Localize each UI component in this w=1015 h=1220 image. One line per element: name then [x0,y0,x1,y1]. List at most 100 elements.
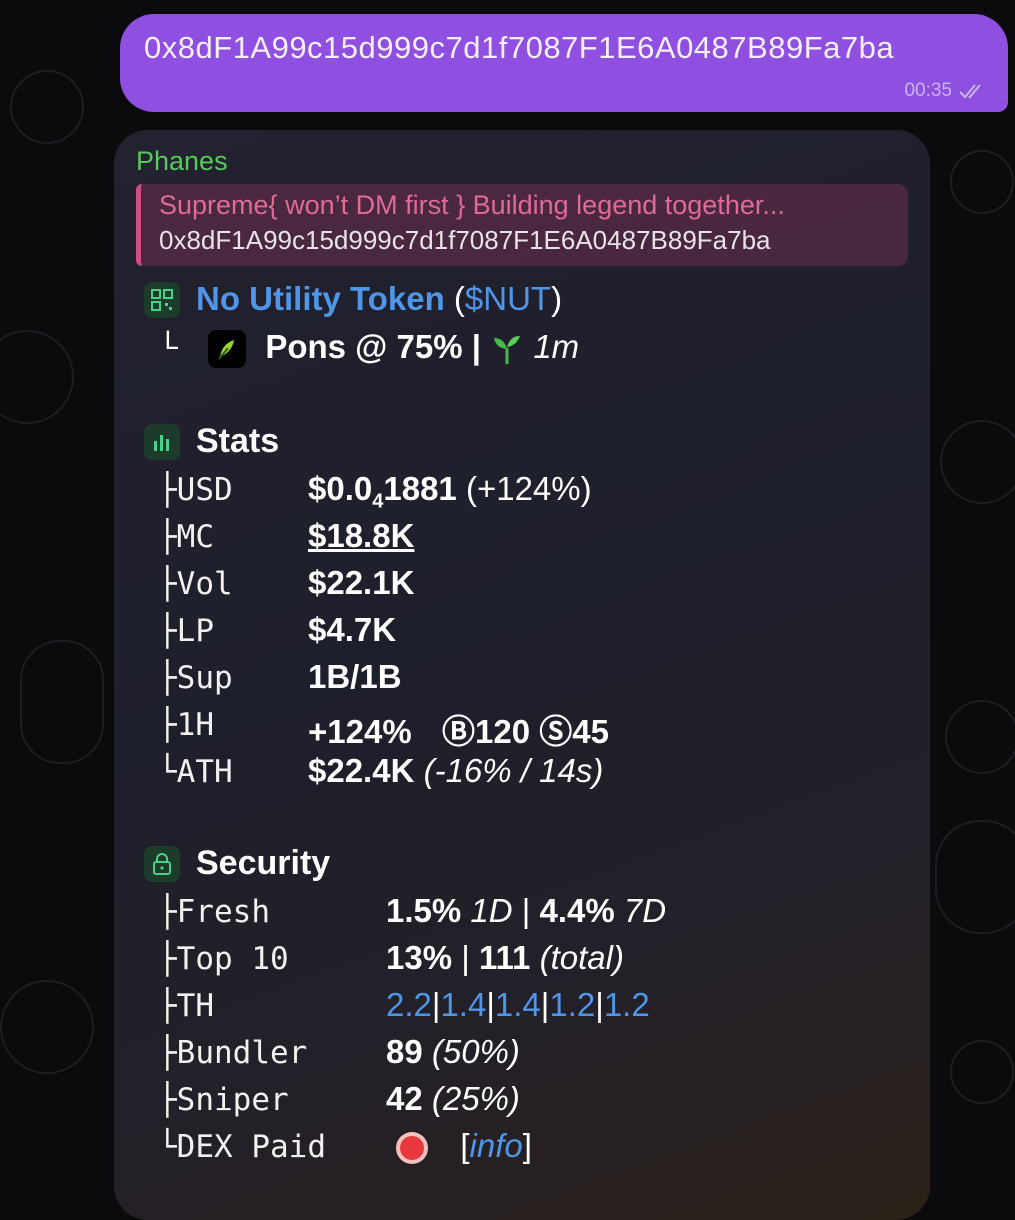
fresh-1d-period: 1D [470,892,513,929]
security-row-bundler-label: ├Bundler [158,1035,307,1071]
bundler-value: 89 (50%) [386,1033,520,1071]
outgoing-message-bubble[interactable]: 0x8dF1A99c15d999c7d1f7087F1E6A0487B89Fa7… [120,14,1008,112]
sells-count: 45 [572,713,609,750]
sender-name[interactable]: Phanes [136,146,228,177]
double-check-icon [959,84,981,99]
dex-paid-value: [info] [394,1127,532,1166]
reply-quote-title: Supreme{ won’t DM first } Building legen… [159,190,785,220]
token-platform-row: └ Pons @ 75% | 1m [158,328,580,369]
lp-value: $4.7K [308,611,397,648]
dex-info-link[interactable]: info [470,1127,523,1164]
sprout-icon [494,336,521,365]
security-row-fresh-label: ├Fresh [158,894,270,930]
fresh-1d-value: 1.5% [386,892,462,929]
th-label: TH [176,988,214,1024]
usd-label: USD [176,472,233,508]
buys-icon: Ⓑ [442,713,476,750]
qr-icon [144,282,180,318]
ath-change: (-16% / 14s) [423,752,604,789]
usd-value: $0.041881 (+124%) [308,470,592,514]
top-holder-link[interactable]: 1.2 [604,986,650,1023]
bar-chart-icon [144,424,180,460]
top-holder-link[interactable]: 1.2 [549,986,595,1023]
vol-label: Vol [176,566,233,602]
stats-title: Stats [196,422,280,460]
usd-value-tail: 1881 [383,470,457,507]
tree-branch: ├ [158,988,177,1024]
bracket-open: [ [460,1127,470,1164]
lock-icon [144,846,180,882]
security-row-dex-label: └DEX Paid [158,1129,326,1165]
fresh-7d-value: 4.4% [539,892,615,929]
sells-icon: Ⓢ [539,713,573,750]
top-holder-link[interactable]: 1.4 [440,986,486,1023]
tree-branch: ├ [158,472,177,508]
security-row-sniper-label: ├Sniper [158,1082,289,1118]
stats-row-1h-label: ├1H [158,707,214,743]
top10-value: 13% | 111 (total) [386,939,624,977]
top10-percent: 13% [386,939,453,976]
tree-branch: └ [158,754,177,790]
fresh-7d-period: 7D [623,892,667,929]
holders-note: (total) [539,939,624,976]
message-time: 00:35 [904,80,952,101]
outgoing-message-text: 0x8dF1A99c15d999c7d1f7087F1E6A0487B89Fa7… [144,30,895,65]
stats-row-mc-label: ├MC [158,519,214,555]
tree-branch: ├ [158,519,177,555]
sniper-label: Sniper [176,1082,289,1118]
sup-label: Sup [176,660,233,696]
lp-label: LP [176,613,214,649]
platform-progress: Pons @ 75% [265,328,463,365]
tree-branch: ├ [158,941,177,977]
bundler-label: Bundler [176,1035,308,1071]
dex-paid-label: DEX Paid [176,1129,326,1165]
sniper-value: 42 (25%) [386,1080,520,1118]
tree-branch: ├ [158,1082,177,1118]
bundler-count: 89 [386,1033,423,1070]
usd-value-zeros: 4 [372,490,384,513]
stats-row-ath-label: └ATH [158,754,233,790]
ath-value: $22.4K (-16% / 14s) [308,752,603,790]
stats-row-usd-label: ├USD [158,472,233,508]
reply-quote[interactable]: Supreme{ won’t DM first } Building legen… [136,184,908,266]
separator: | [521,892,531,929]
tree-branch: ├ [158,613,177,649]
tree-branch: ├ [158,894,177,930]
token-age: 1m [533,328,580,365]
stats-row-sup-label: ├Sup [158,660,233,696]
top10-label: Top 10 [176,941,289,977]
buys-count: 120 [475,713,531,750]
incoming-message-bubble[interactable]: Phanes Supreme{ won’t DM first } Buildin… [114,130,930,1220]
tree-branch: └ [158,331,178,368]
sniper-count: 42 [386,1080,423,1117]
1h-label: 1H [176,707,214,743]
separator: | [486,986,495,1023]
holders-count: 111 [478,939,531,976]
stats-row-vol-label: ├Vol [158,566,233,602]
mc-value-link[interactable]: $18.8K [308,517,414,555]
token-ticker-link[interactable]: $NUT [465,280,551,317]
red-circle-icon [396,1132,428,1165]
security-title: Security [196,844,331,882]
vol-value: $22.1K [308,564,415,601]
fresh-value: 1.5% 1D | 4.4% 7D [386,892,666,930]
1h-change: +124% [308,713,412,750]
tree-branch: ├ [158,566,177,602]
bracket-close: ] [522,1127,532,1164]
tree-branch: ├ [158,707,177,743]
token-title: No Utility Token ($NUT) [196,280,563,317]
fresh-label: Fresh [176,894,270,930]
1h-value: +124% Ⓑ120 Ⓢ45 [308,705,609,753]
top-holders-values: 2.2|1.4|1.4|1.2|1.2 [386,986,650,1024]
top-holder-link[interactable]: 1.4 [495,986,541,1023]
reply-quote-text: 0x8dF1A99c15d999c7d1f7087F1E6A0487B89Fa7… [159,225,771,255]
stats-row-lp-label: ├LP [158,613,214,649]
outgoing-message-meta: 00:35 [904,80,988,102]
token-name-link[interactable]: No Utility Token [196,280,445,317]
usd-value-main: $0.0 [308,470,373,507]
ath-label: ATH [176,754,233,790]
security-row-top10-label: ├Top 10 [158,941,289,977]
ath-price: $22.4K [308,752,415,789]
separator: | [595,986,604,1023]
top-holder-link[interactable]: 2.2 [386,986,432,1023]
